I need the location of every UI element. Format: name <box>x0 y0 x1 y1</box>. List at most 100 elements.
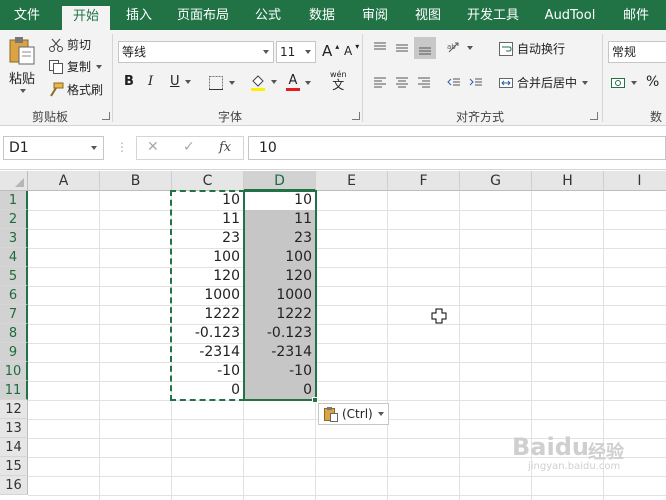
cut-button[interactable]: 剪切 <box>48 36 91 53</box>
accounting-format-button[interactable] <box>610 75 637 91</box>
formula-input[interactable]: 10 <box>248 136 666 160</box>
decrease-indent-icon <box>446 74 462 90</box>
row-header-15[interactable]: 15 <box>0 457 28 476</box>
column-header-a[interactable]: A <box>28 171 100 191</box>
column-header-h[interactable]: H <box>532 171 604 191</box>
insert-function-button[interactable]: fx <box>219 140 231 155</box>
scissors-icon <box>48 37 64 53</box>
grow-font-button[interactable]: A ▴ <box>322 42 339 61</box>
row-header-10[interactable]: 10 <box>0 362 28 381</box>
align-middle-button[interactable] <box>394 40 410 56</box>
tab-page-layout[interactable]: 页面布局 <box>172 0 234 30</box>
fill-color-button[interactable] <box>250 74 277 91</box>
tab-data[interactable]: 数据 <box>300 0 344 30</box>
confirm-icon[interactable]: ✓ <box>183 139 195 155</box>
row-header-7[interactable]: 7 <box>0 305 28 324</box>
tab-review[interactable]: 审阅 <box>353 0 397 30</box>
drag-handle-icon[interactable]: ⋮ <box>116 140 128 154</box>
font-name-select[interactable]: 等线 <box>118 41 274 63</box>
bold-button[interactable]: B <box>124 74 134 89</box>
name-box[interactable]: D1 <box>3 136 104 160</box>
column-header-g[interactable]: G <box>460 171 532 191</box>
alignment-launcher-icon[interactable] <box>590 112 598 120</box>
row-header-11[interactable]: 11 <box>0 381 28 400</box>
increase-indent-button[interactable] <box>468 74 484 90</box>
formula-bar: D1 ⋮ ✕ ✓ fx 10 <box>0 126 666 170</box>
font-color-button[interactable]: A <box>286 74 311 91</box>
text-orientation-icon: ab <box>446 40 462 56</box>
paste-options-button[interactable]: (Ctrl) <box>318 403 389 425</box>
paste-dropdown-icon <box>20 89 26 93</box>
row-header-4[interactable]: 4 <box>0 248 28 267</box>
align-bottom-icon <box>417 40 433 56</box>
tab-formulas[interactable]: 公式 <box>246 0 290 30</box>
merge-cells-icon <box>498 75 514 91</box>
column-header-e[interactable]: E <box>316 171 388 191</box>
tab-file[interactable]: 文件 <box>4 0 50 30</box>
tab-mailings[interactable]: 邮件 <box>616 0 656 30</box>
paste-button[interactable]: 粘贴 <box>8 36 36 93</box>
align-bottom-button[interactable] <box>414 37 436 59</box>
tab-insert[interactable]: 插入 <box>116 0 162 30</box>
column-header-f[interactable]: F <box>388 171 460 191</box>
tab-view[interactable]: 视图 <box>406 0 450 30</box>
row-header-6[interactable]: 6 <box>0 286 28 305</box>
column-header-d[interactable]: D <box>244 171 316 191</box>
watermark-url: jingyan.baidu.com <box>528 461 621 472</box>
cross-cursor-icon <box>431 308 447 327</box>
gridline <box>28 267 666 268</box>
row-header-9[interactable]: 9 <box>0 343 28 362</box>
percent-style-button[interactable]: % <box>646 74 659 90</box>
merge-center-button[interactable]: 合并后居中 <box>498 74 589 91</box>
font-name-value: 等线 <box>122 45 147 59</box>
copy-marquee <box>170 190 245 401</box>
clipboard-group-label: 剪贴板 <box>31 110 68 124</box>
row-header-13[interactable]: 13 <box>0 419 28 438</box>
cancel-icon[interactable]: ✕ <box>147 139 159 155</box>
row-header-14[interactable]: 14 <box>0 438 28 457</box>
chevron-down-icon <box>91 146 97 150</box>
row-header-12[interactable]: 12 <box>0 400 28 419</box>
tab-audtool[interactable]: AudTool <box>538 0 602 30</box>
chevron-down-icon <box>184 79 191 84</box>
format-painter-label: 格式刷 <box>67 83 104 97</box>
italic-button[interactable]: I <box>148 74 153 89</box>
select-all-icon <box>15 178 24 187</box>
row-header-3[interactable]: 3 <box>0 229 28 248</box>
borders-button[interactable] <box>208 75 235 91</box>
group-separator <box>602 34 603 122</box>
worksheet-grid[interactable]: A B C D E F G H I 1 2 3 4 5 6 7 8 9 10 1… <box>0 171 666 500</box>
paste-icon <box>8 36 36 66</box>
copy-button[interactable]: 复制 <box>48 58 103 75</box>
column-header-c[interactable]: C <box>172 171 244 191</box>
phonetic-guide-button[interactable]: wén 文 <box>330 70 347 91</box>
font-size-select[interactable]: 11 <box>276 41 316 63</box>
number-format-select[interactable]: 常规 <box>608 41 666 63</box>
align-right-button[interactable] <box>416 74 432 90</box>
align-center-button[interactable] <box>394 74 410 90</box>
format-painter-button[interactable]: 格式刷 <box>48 81 103 98</box>
select-all-button[interactable] <box>0 171 28 191</box>
align-left-button[interactable] <box>372 74 388 90</box>
gridline <box>28 305 666 306</box>
row-header-2[interactable]: 2 <box>0 210 28 229</box>
row-header-1[interactable]: 1 <box>0 191 28 210</box>
font-launcher-icon[interactable] <box>352 112 360 120</box>
gridline <box>459 191 460 500</box>
tab-home[interactable]: 开始 <box>62 6 110 30</box>
row-header-16[interactable]: 16 <box>0 476 28 495</box>
row-header-8[interactable]: 8 <box>0 324 28 343</box>
column-header-b[interactable]: B <box>100 171 172 191</box>
column-header-i[interactable]: I <box>604 171 666 191</box>
orientation-button[interactable]: ab <box>446 40 473 56</box>
clipboard-launcher-icon[interactable] <box>102 112 110 120</box>
underline-label: U <box>170 74 180 89</box>
tab-developer[interactable]: 开发工具 <box>460 0 526 30</box>
row-header-5[interactable]: 5 <box>0 267 28 286</box>
align-top-button[interactable] <box>372 40 388 56</box>
shrink-font-button[interactable]: A ▾ <box>344 42 359 59</box>
decrease-indent-button[interactable] <box>446 74 462 90</box>
underline-button[interactable]: U <box>170 74 191 89</box>
wrap-text-button[interactable]: 自动换行 <box>498 40 565 57</box>
gridline <box>387 191 388 500</box>
